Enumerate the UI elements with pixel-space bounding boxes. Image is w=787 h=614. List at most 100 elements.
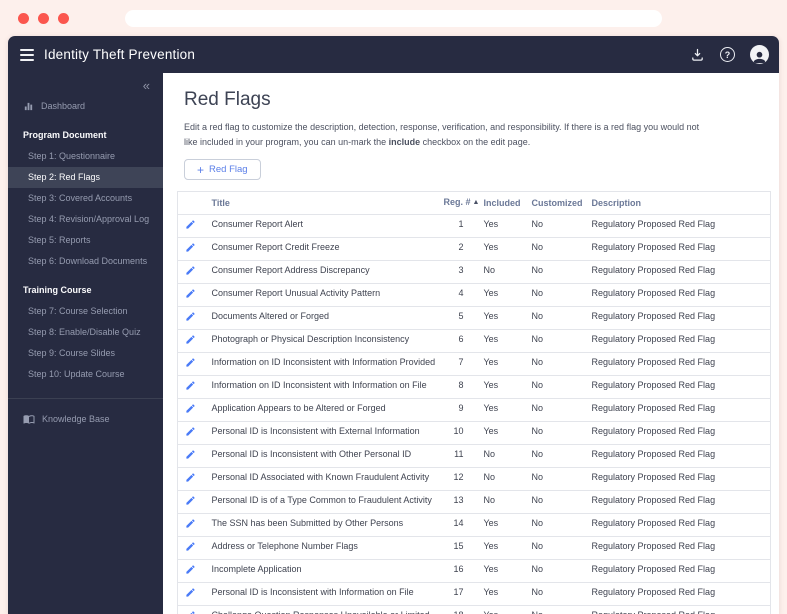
edit-cell [177, 352, 204, 376]
sidebar-item-step-7-course-selection[interactable]: Step 7: Course Selection [8, 301, 163, 322]
red-flag-row: Information on ID Inconsistent with Info… [177, 375, 771, 399]
red-flag-title: Personal ID is Inconsistent with Externa… [203, 421, 436, 445]
edit-pencil-icon[interactable] [185, 426, 196, 437]
sidebar-item-knowledge-base[interactable]: Knowledge Base [8, 408, 163, 430]
column-header-description[interactable]: Description [583, 191, 771, 215]
red-flag-reg-number: 10 [435, 421, 476, 445]
sidebar-item-step-9-course-slides[interactable]: Step 9: Course Slides [8, 343, 163, 364]
red-flag-row: Application Appears to be Altered or For… [177, 398, 771, 422]
red-flag-included: No [475, 490, 524, 514]
edit-pencil-icon[interactable] [185, 610, 196, 614]
red-flag-title: Challenge Question Responses Unavailable… [203, 605, 436, 614]
user-avatar-icon[interactable] [750, 45, 769, 64]
edit-pencil-icon[interactable] [185, 219, 196, 230]
red-flag-reg-number: 1 [435, 214, 476, 238]
window-minimize-button[interactable] [38, 12, 49, 24]
book-icon [23, 413, 35, 425]
sidebar-item-label: Step 9: Course Slides [28, 348, 116, 358]
edit-pencil-icon[interactable] [185, 564, 196, 575]
red-flag-row: Consumer Report Address Discrepancy 3 No No… [177, 260, 771, 284]
edit-pencil-icon[interactable] [185, 587, 196, 598]
edit-pencil-icon[interactable] [185, 265, 196, 276]
column-header-title[interactable]: Title [203, 191, 436, 215]
page-description-line1: Edit a red flag to customize the descrip… [184, 122, 700, 132]
edit-cell [177, 444, 204, 468]
sidebar-item-dashboard[interactable]: Dashboard [8, 96, 163, 117]
edit-pencil-icon[interactable] [185, 288, 196, 299]
edit-pencil-icon[interactable] [185, 242, 196, 253]
column-header-edit [177, 191, 204, 215]
sidebar-item-step-3-covered-accounts[interactable]: Step 3: Covered Accounts [8, 188, 163, 209]
download-icon[interactable] [690, 47, 705, 62]
red-flag-customized: No [523, 536, 584, 560]
edit-cell [177, 398, 204, 422]
edit-pencil-icon[interactable] [185, 334, 196, 345]
red-flag-description: Regulatory Proposed Red Flag [583, 214, 771, 238]
red-flags-table: Title Reg. # ▲ Included Customized Descri… [177, 191, 771, 614]
sidebar: « Dashboard Program Document Step 1: Quest… [8, 73, 163, 614]
red-flag-title: Personal ID Associated with Known Fraudu… [203, 467, 436, 491]
sidebar-item-step-1-questionnaire[interactable]: Step 1: Questionnaire [8, 146, 163, 167]
red-flag-row: Incomplete Application 16 Yes No Regulatory … [177, 559, 771, 583]
red-flag-reg-number: 2 [435, 237, 476, 261]
menu-icon[interactable] [20, 47, 34, 63]
edit-pencil-icon[interactable] [185, 449, 196, 460]
edit-cell [177, 490, 204, 514]
sidebar-item-label: Step 3: Covered Accounts [28, 193, 133, 203]
sidebar-section-training-course: Training Course [23, 285, 92, 295]
red-flag-included: Yes [475, 214, 524, 238]
red-flag-included: Yes [475, 237, 524, 261]
red-flag-reg-number: 7 [435, 352, 476, 376]
window-close-button[interactable] [18, 12, 29, 24]
red-flag-description: Regulatory Proposed Red Flag [583, 467, 771, 491]
edit-pencil-icon[interactable] [185, 357, 196, 368]
column-header-customized[interactable]: Customized [523, 191, 584, 215]
red-flag-row: Information on ID Inconsistent with Info… [177, 352, 771, 376]
red-flag-included: Yes [475, 306, 524, 330]
sidebar-item-step-2-red-flags[interactable]: Step 2: Red Flags [8, 167, 163, 188]
help-icon[interactable]: ? [720, 47, 735, 62]
red-flag-included: Yes [475, 582, 524, 606]
red-flag-title: Information on ID Inconsistent with Info… [203, 375, 436, 399]
red-flag-description: Regulatory Proposed Red Flag [583, 352, 771, 376]
edit-cell [177, 605, 204, 614]
red-flag-row: Documents Altered or Forged 5 Yes No Regulat… [177, 306, 771, 330]
edit-cell [177, 559, 204, 583]
red-flag-reg-number: 18 [435, 605, 476, 614]
window-zoom-button[interactable] [58, 12, 69, 24]
edit-pencil-icon[interactable] [185, 403, 196, 414]
red-flag-customized: No [523, 605, 584, 614]
red-flag-included: No [475, 444, 524, 468]
red-flag-included: Yes [475, 398, 524, 422]
sidebar-item-step-6-download-documents[interactable]: Step 6: Download Documents [8, 251, 163, 272]
sidebar-item-label: Step 10: Update Course [28, 369, 125, 379]
edit-pencil-icon[interactable] [185, 380, 196, 391]
red-flag-customized: No [523, 237, 584, 261]
edit-pencil-icon[interactable] [185, 518, 196, 529]
red-flag-title: Personal ID is Inconsistent with Other P… [203, 444, 436, 468]
column-header-reg-number[interactable]: Reg. # ▲ [435, 191, 479, 215]
sidebar-item-step-5-reports[interactable]: Step 5: Reports [8, 230, 163, 251]
red-flag-customized: No [523, 582, 584, 606]
red-flag-included: Yes [475, 605, 524, 614]
edit-pencil-icon[interactable] [185, 495, 196, 506]
column-header-included[interactable]: Included [475, 191, 524, 215]
sidebar-item-label: Step 8: Enable/Disable Quiz [28, 327, 141, 337]
edit-cell [177, 513, 204, 537]
main-content: Red Flags Edit a red flag to customize t… [163, 73, 779, 614]
red-flag-row: Personal ID Associated with Known Fraudu… [177, 467, 771, 491]
edit-pencil-icon[interactable] [185, 472, 196, 483]
sidebar-collapse-icon[interactable]: « [8, 78, 163, 96]
red-flag-row: Personal ID is Inconsistent with Informa… [177, 582, 771, 606]
sidebar-item-step-4-revision-approval-log[interactable]: Step 4: Revision/Approval Log [8, 209, 163, 230]
red-flag-customized: No [523, 329, 584, 353]
address-bar[interactable] [125, 9, 662, 27]
edit-pencil-icon[interactable] [185, 541, 196, 552]
table-header-row: Title Reg. # ▲ Included Customized Descri… [177, 191, 771, 215]
add-red-flag-button[interactable]: + Red Flag [184, 159, 261, 180]
red-flag-description: Regulatory Proposed Red Flag [583, 398, 771, 422]
sidebar-item-step-10-update-course[interactable]: Step 10: Update Course [8, 364, 163, 385]
edit-pencil-icon[interactable] [185, 311, 196, 322]
sidebar-item-step-8-enable-disable-quiz[interactable]: Step 8: Enable/Disable Quiz [8, 322, 163, 343]
red-flag-row: Personal ID is Inconsistent with Other P… [177, 444, 771, 468]
